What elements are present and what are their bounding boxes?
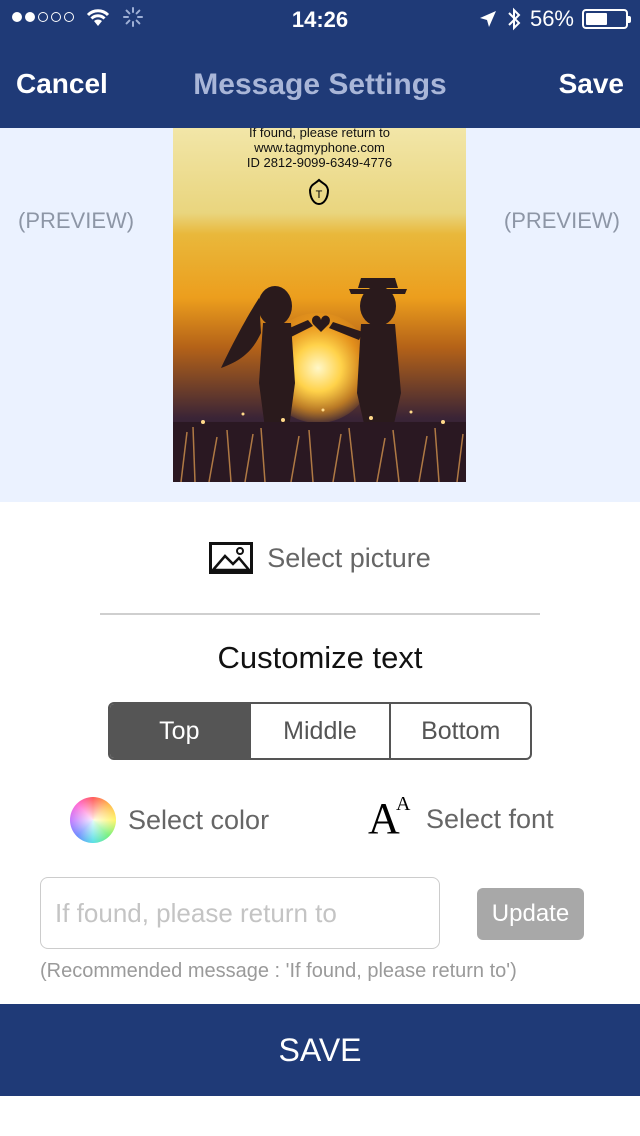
cancel-button[interactable]: Cancel xyxy=(16,68,108,100)
wallpaper-preview: If found, please return to www.tagmyphon… xyxy=(173,128,466,482)
preview-text-line-3: ID 2812-9099-6349-4776 xyxy=(246,155,393,170)
bluetooth-icon xyxy=(508,7,521,31)
segment-middle[interactable]: Middle xyxy=(248,704,390,758)
preview-label-left: (PREVIEW) xyxy=(18,208,135,233)
grass-field xyxy=(173,408,466,482)
select-font-button[interactable]: A A Select font xyxy=(368,793,554,843)
picture-icon xyxy=(209,542,254,574)
battery-icon xyxy=(582,9,631,29)
color-wheel-icon xyxy=(70,797,116,843)
save-nav-button[interactable]: Save xyxy=(559,68,624,100)
navigation-bar: Cancel Message Settings Save xyxy=(0,40,640,128)
select-picture-label: Select picture xyxy=(267,542,431,573)
divider xyxy=(100,613,540,615)
save-button[interactable]: SAVE xyxy=(0,1004,640,1096)
recommended-message-hint: (Recommended message : 'If found, please… xyxy=(40,960,517,982)
select-font-label: Select font xyxy=(426,803,554,834)
battery-fill xyxy=(586,13,607,25)
segment-top[interactable]: Top xyxy=(110,704,249,758)
update-button[interactable]: Update xyxy=(477,888,584,940)
text-position-segmented-control: Top Middle Bottom xyxy=(108,702,532,760)
location-arrow-icon xyxy=(479,11,496,27)
select-color-label: Select color xyxy=(128,804,270,835)
preview-area: (PREVIEW) (PREVIEW) If found, please ret… xyxy=(0,128,640,502)
segment-bottom[interactable]: Bottom xyxy=(389,704,530,758)
font-icon: A A xyxy=(368,793,412,843)
preview-text-line-1: If found, please return to xyxy=(249,128,390,140)
tag-logo-letter: T xyxy=(316,189,323,201)
preview-label-right: (PREVIEW) xyxy=(503,208,620,233)
font-icon-big-letter: A xyxy=(368,794,400,843)
tag-logo-icon: T xyxy=(308,178,330,206)
battery-percent: 56% xyxy=(529,6,574,31)
select-picture-button[interactable]: Select picture xyxy=(0,530,640,586)
font-icon-small-letter: A xyxy=(396,793,411,815)
customize-text-heading: Customize text xyxy=(217,640,423,675)
status-bar: 14:26 56% xyxy=(0,0,640,40)
message-input[interactable] xyxy=(40,877,440,949)
select-color-button[interactable]: Select color xyxy=(70,797,269,843)
preview-text-line-2: www.tagmyphone.com xyxy=(254,140,385,155)
status-right: 56% xyxy=(478,6,631,32)
